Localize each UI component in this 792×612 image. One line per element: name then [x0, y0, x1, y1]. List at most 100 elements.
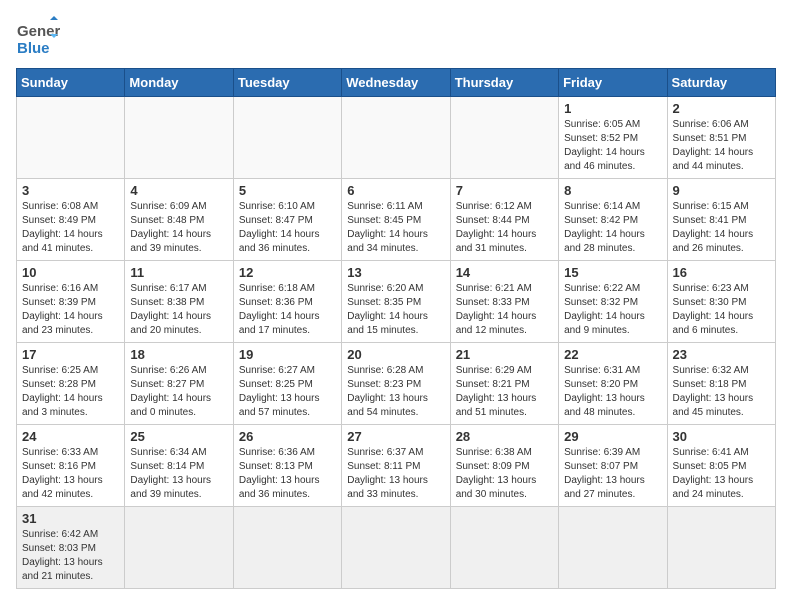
calendar-cell: 21 Sunrise: 6:29 AM Sunset: 8:21 PM Dayli… — [450, 343, 558, 425]
day-info: Sunrise: 6:32 AM Sunset: 8:18 PM Dayligh… — [673, 364, 770, 420]
calendar-table: SundayMondayTuesdayWednesdayThursdayFrid… — [16, 68, 776, 589]
weekday-header-friday: Friday — [559, 69, 667, 97]
day-number: 13 — [347, 265, 444, 280]
calendar-cell — [17, 97, 125, 179]
day-number: 10 — [22, 265, 119, 280]
day-info: Sunrise: 6:18 AM Sunset: 8:36 PM Dayligh… — [239, 282, 336, 338]
day-info: Sunrise: 6:31 AM Sunset: 8:20 PM Dayligh… — [564, 364, 661, 420]
day-info: Sunrise: 6:29 AM Sunset: 8:21 PM Dayligh… — [456, 364, 553, 420]
calendar-week-1: 1 Sunrise: 6:05 AM Sunset: 8:52 PM Daylig… — [17, 97, 776, 179]
calendar-cell: 17 Sunrise: 6:25 AM Sunset: 8:28 PM Dayli… — [17, 343, 125, 425]
calendar-cell: 4 Sunrise: 6:09 AM Sunset: 8:48 PM Daylig… — [125, 179, 233, 261]
calendar-week-5: 24Sunrise: 6:33 AM Sunset: 8:16 PM Dayli… — [17, 425, 776, 507]
day-number: 6 — [347, 183, 444, 198]
weekday-header-wednesday: Wednesday — [342, 69, 450, 97]
day-info: Sunrise: 6:11 AM Sunset: 8:45 PM Dayligh… — [347, 200, 444, 256]
weekday-header-sunday: Sunday — [17, 69, 125, 97]
calendar-cell: 3 Sunrise: 6:08 AM Sunset: 8:49 PM Daylig… — [17, 179, 125, 261]
general-blue-logo-icon: General Blue — [16, 16, 60, 60]
day-info: Sunrise: 6:37 AM Sunset: 8:11 PM Dayligh… — [347, 446, 444, 502]
day-info: Sunrise: 6:23 AM Sunset: 8:30 PM Dayligh… — [673, 282, 770, 338]
weekday-header-tuesday: Tuesday — [233, 69, 341, 97]
day-number: 25 — [130, 429, 227, 444]
calendar-cell — [233, 97, 341, 179]
day-info: Sunrise: 6:05 AM Sunset: 8:52 PM Dayligh… — [564, 118, 661, 174]
header: General Blue — [16, 16, 776, 60]
day-number: 21 — [456, 347, 553, 362]
day-info: Sunrise: 6:16 AM Sunset: 8:39 PM Dayligh… — [22, 282, 119, 338]
day-number: 26 — [239, 429, 336, 444]
calendar-cell: 28Sunrise: 6:38 AM Sunset: 8:09 PM Dayli… — [450, 425, 558, 507]
day-info: Sunrise: 6:25 AM Sunset: 8:28 PM Dayligh… — [22, 364, 119, 420]
day-number: 1 — [564, 101, 661, 116]
calendar-cell: 31Sunrise: 6:42 AM Sunset: 8:03 PM Dayli… — [17, 507, 125, 589]
day-info: Sunrise: 6:36 AM Sunset: 8:13 PM Dayligh… — [239, 446, 336, 502]
day-info: Sunrise: 6:08 AM Sunset: 8:49 PM Dayligh… — [22, 200, 119, 256]
day-info: Sunrise: 6:15 AM Sunset: 8:41 PM Dayligh… — [673, 200, 770, 256]
calendar-cell: 16 Sunrise: 6:23 AM Sunset: 8:30 PM Dayli… — [667, 261, 775, 343]
day-info: Sunrise: 6:06 AM Sunset: 8:51 PM Dayligh… — [673, 118, 770, 174]
calendar-cell: 24Sunrise: 6:33 AM Sunset: 8:16 PM Dayli… — [17, 425, 125, 507]
day-info: Sunrise: 6:12 AM Sunset: 8:44 PM Dayligh… — [456, 200, 553, 256]
day-info: Sunrise: 6:09 AM Sunset: 8:48 PM Dayligh… — [130, 200, 227, 256]
day-number: 9 — [673, 183, 770, 198]
calendar-cell — [667, 507, 775, 589]
calendar-cell — [450, 507, 558, 589]
day-number: 7 — [456, 183, 553, 198]
calendar-cell: 6 Sunrise: 6:11 AM Sunset: 8:45 PM Daylig… — [342, 179, 450, 261]
calendar-cell: 18Sunrise: 6:26 AM Sunset: 8:27 PM Dayli… — [125, 343, 233, 425]
calendar-week-4: 17 Sunrise: 6:25 AM Sunset: 8:28 PM Dayli… — [17, 343, 776, 425]
calendar-header: SundayMondayTuesdayWednesdayThursdayFrid… — [17, 69, 776, 97]
day-number: 5 — [239, 183, 336, 198]
calendar-cell: 10 Sunrise: 6:16 AM Sunset: 8:39 PM Dayli… — [17, 261, 125, 343]
calendar-cell — [125, 97, 233, 179]
calendar-cell: 13 Sunrise: 6:20 AM Sunset: 8:35 PM Dayli… — [342, 261, 450, 343]
day-info: Sunrise: 6:42 AM Sunset: 8:03 PM Dayligh… — [22, 528, 119, 584]
day-number: 8 — [564, 183, 661, 198]
calendar-cell: 5Sunrise: 6:10 AM Sunset: 8:47 PM Daylig… — [233, 179, 341, 261]
day-number: 14 — [456, 265, 553, 280]
day-info: Sunrise: 6:39 AM Sunset: 8:07 PM Dayligh… — [564, 446, 661, 502]
day-number: 3 — [22, 183, 119, 198]
calendar-cell: 8Sunrise: 6:14 AM Sunset: 8:42 PM Daylig… — [559, 179, 667, 261]
day-info: Sunrise: 6:21 AM Sunset: 8:33 PM Dayligh… — [456, 282, 553, 338]
day-number: 27 — [347, 429, 444, 444]
day-number: 17 — [22, 347, 119, 362]
calendar-cell — [342, 507, 450, 589]
calendar-cell — [233, 507, 341, 589]
calendar-cell — [450, 97, 558, 179]
day-number: 29 — [564, 429, 661, 444]
day-number: 23 — [673, 347, 770, 362]
calendar-cell: 12Sunrise: 6:18 AM Sunset: 8:36 PM Dayli… — [233, 261, 341, 343]
calendar-cell: 7 Sunrise: 6:12 AM Sunset: 8:44 PM Daylig… — [450, 179, 558, 261]
day-number: 20 — [347, 347, 444, 362]
day-number: 24 — [22, 429, 119, 444]
calendar-cell: 30 Sunrise: 6:41 AM Sunset: 8:05 PM Dayli… — [667, 425, 775, 507]
day-number: 30 — [673, 429, 770, 444]
calendar-cell — [342, 97, 450, 179]
calendar-cell: 22 Sunrise: 6:31 AM Sunset: 8:20 PM Dayli… — [559, 343, 667, 425]
day-info: Sunrise: 6:28 AM Sunset: 8:23 PM Dayligh… — [347, 364, 444, 420]
day-info: Sunrise: 6:34 AM Sunset: 8:14 PM Dayligh… — [130, 446, 227, 502]
weekday-header-monday: Monday — [125, 69, 233, 97]
weekday-header-thursday: Thursday — [450, 69, 558, 97]
day-info: Sunrise: 6:38 AM Sunset: 8:09 PM Dayligh… — [456, 446, 553, 502]
calendar-cell — [559, 507, 667, 589]
day-info: Sunrise: 6:20 AM Sunset: 8:35 PM Dayligh… — [347, 282, 444, 338]
day-number: 4 — [130, 183, 227, 198]
calendar-cell: 2Sunrise: 6:06 AM Sunset: 8:51 PM Daylig… — [667, 97, 775, 179]
day-info: Sunrise: 6:17 AM Sunset: 8:38 PM Dayligh… — [130, 282, 227, 338]
day-info: Sunrise: 6:41 AM Sunset: 8:05 PM Dayligh… — [673, 446, 770, 502]
calendar-cell: 14 Sunrise: 6:21 AM Sunset: 8:33 PM Dayli… — [450, 261, 558, 343]
weekday-header-saturday: Saturday — [667, 69, 775, 97]
day-number: 16 — [673, 265, 770, 280]
day-number: 22 — [564, 347, 661, 362]
calendar-cell: 20 Sunrise: 6:28 AM Sunset: 8:23 PM Dayli… — [342, 343, 450, 425]
calendar-cell: 23 Sunrise: 6:32 AM Sunset: 8:18 PM Dayli… — [667, 343, 775, 425]
svg-text:Blue: Blue — [17, 40, 50, 57]
calendar-cell: 27 Sunrise: 6:37 AM Sunset: 8:11 PM Dayli… — [342, 425, 450, 507]
calendar-week-3: 10 Sunrise: 6:16 AM Sunset: 8:39 PM Dayli… — [17, 261, 776, 343]
day-info: Sunrise: 6:22 AM Sunset: 8:32 PM Dayligh… — [564, 282, 661, 338]
calendar-cell — [125, 507, 233, 589]
day-number: 19 — [239, 347, 336, 362]
